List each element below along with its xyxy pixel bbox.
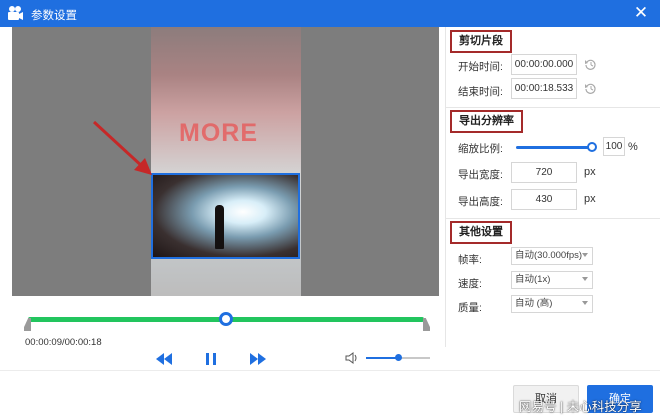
chevron-down-icon: [582, 277, 588, 281]
crop-handle-right[interactable]: [298, 211, 300, 223]
scale-label: 缩放比例:: [458, 143, 503, 155]
clip-section-title: 剪切片段: [450, 30, 512, 53]
trim-end-handle[interactable]: [423, 318, 430, 331]
section-divider: [446, 107, 660, 108]
crop-handle-bottom-right[interactable]: [293, 252, 298, 257]
export-width-input[interactable]: 720: [511, 162, 577, 183]
timeline[interactable]: [24, 312, 430, 331]
export-width-unit: px: [584, 166, 596, 178]
timecode: 00:00:09/00:00:18: [25, 337, 102, 348]
export-height-unit: px: [584, 193, 596, 205]
camera-icon: [8, 6, 23, 20]
export-height-label: 导出高度:: [458, 196, 503, 208]
volume-slider[interactable]: [366, 354, 430, 361]
end-time-input[interactable]: 00:00:18.533: [511, 78, 577, 99]
speed-select-value: 自动(1x): [515, 274, 551, 285]
start-time-input[interactable]: 00:00:00.000: [511, 54, 577, 75]
red-arrow-icon: [92, 120, 152, 175]
playhead[interactable]: [219, 312, 233, 326]
fast-forward-icon[interactable]: [249, 351, 267, 367]
scale-unit: %: [628, 141, 638, 153]
fps-select[interactable]: 自动(30.000fps): [511, 247, 593, 265]
pause-icon[interactable]: [202, 351, 220, 367]
other-section-title: 其他设置: [450, 221, 512, 244]
footer-divider: [0, 370, 660, 371]
window-title: 参数设置: [31, 10, 77, 22]
fps-label: 帧率:: [458, 254, 482, 266]
export-height-input[interactable]: 430: [511, 189, 577, 210]
speaker-icon[interactable]: [345, 352, 359, 364]
trim-start-handle[interactable]: [24, 318, 31, 331]
quality-select-value: 自动 (高): [515, 298, 553, 309]
end-time-label: 结束时间:: [458, 86, 503, 98]
title-bar: 参数设置 ✕: [0, 0, 660, 27]
close-icon[interactable]: ✕: [632, 3, 650, 23]
chevron-down-icon: [582, 301, 588, 305]
resolution-section-title: 导出分辨率: [450, 110, 523, 133]
volume-knob[interactable]: [395, 354, 402, 361]
reset-start-icon[interactable]: [584, 58, 597, 71]
volume-fill: [366, 357, 398, 359]
section-divider: [446, 218, 660, 219]
speed-label: 速度:: [458, 278, 482, 290]
performer-figure: [215, 205, 224, 249]
scale-slider[interactable]: [516, 142, 597, 152]
scale-slider-knob[interactable]: [587, 142, 597, 152]
chevron-down-icon: [582, 253, 588, 257]
speed-select[interactable]: 自动(1x): [511, 271, 593, 289]
rewind-icon[interactable]: [155, 351, 173, 367]
crop-handle-left[interactable]: [151, 211, 153, 223]
stage-text: MORE: [179, 119, 258, 147]
quality-select[interactable]: 自动 (高): [511, 295, 593, 313]
crop-handle-bottom-left[interactable]: [153, 252, 158, 257]
reset-end-icon[interactable]: [584, 82, 597, 95]
export-width-label: 导出宽度:: [458, 169, 503, 181]
crop-box[interactable]: [151, 173, 300, 259]
crop-handle-top-right[interactable]: [293, 175, 298, 180]
start-time-label: 开始时间:: [458, 61, 503, 73]
quality-label: 质量:: [458, 302, 482, 314]
scale-input[interactable]: 100: [603, 137, 625, 156]
fps-select-value: 自动(30.000fps): [515, 250, 583, 261]
video-preview: MORE: [12, 27, 439, 296]
watermark: 网易号 | 未心科技分享: [519, 400, 642, 414]
